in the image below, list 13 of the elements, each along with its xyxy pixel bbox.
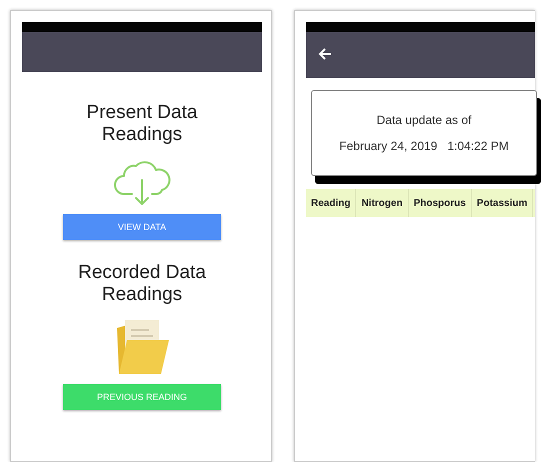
column-header: Phosporus (408, 189, 472, 217)
update-label: Data update as of (376, 113, 472, 127)
section-heading: Recorded Data Readings (77, 262, 207, 306)
section-heading: Present Data Readings (86, 102, 198, 146)
column-header: Potassium (472, 189, 534, 217)
update-time: 1:04:22 PM (447, 139, 509, 153)
back-arrow-icon[interactable] (318, 48, 332, 60)
cloud-download-icon (112, 158, 172, 206)
column-header: Nitrogen (356, 189, 409, 217)
previous-reading-button[interactable]: PREVIOUS READING (63, 384, 221, 410)
view-data-button[interactable]: VIEW DATA (63, 214, 221, 240)
column-header: Reading (306, 189, 356, 217)
update-date: February 24, 2019 (339, 139, 438, 153)
